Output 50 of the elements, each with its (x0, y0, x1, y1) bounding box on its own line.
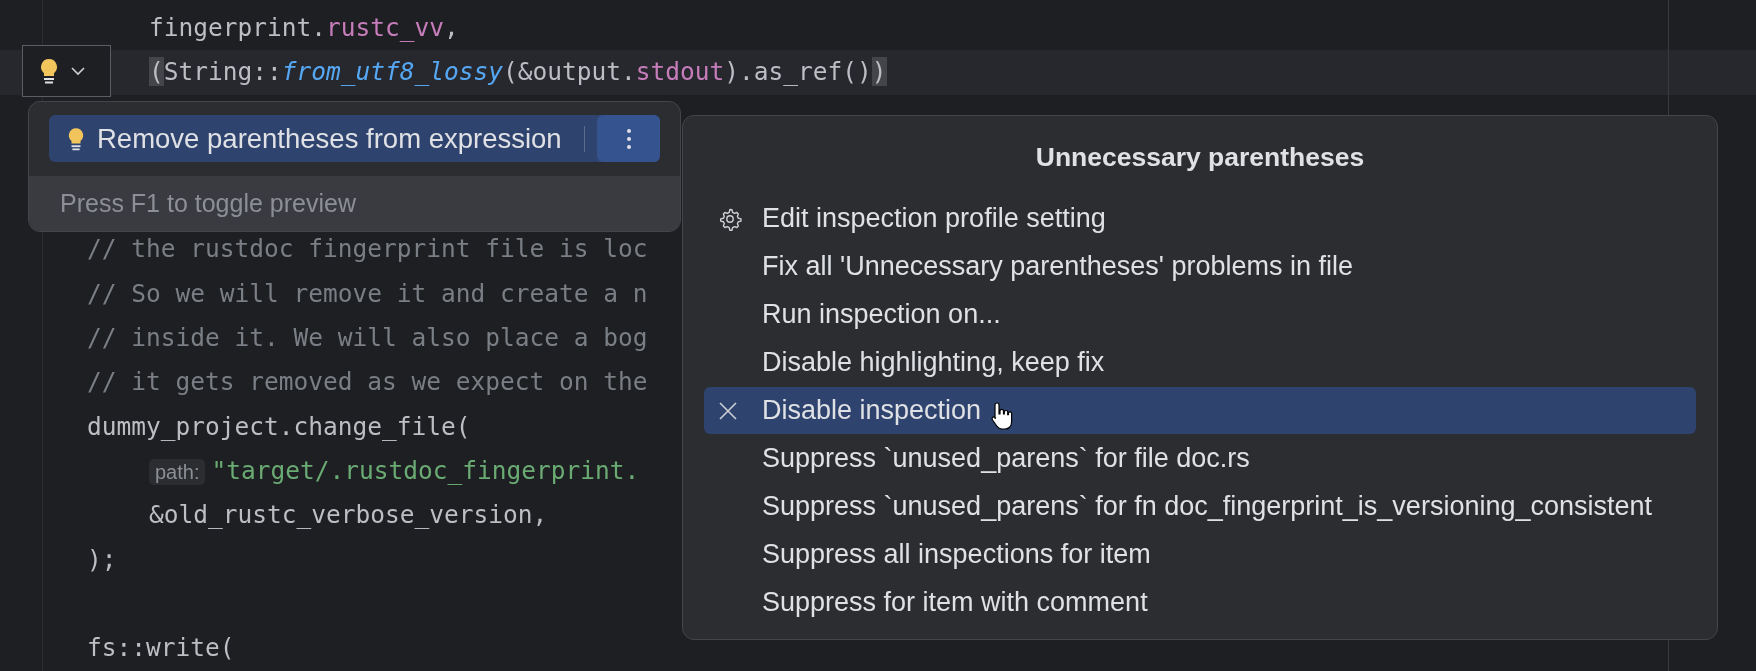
code-text: ); (87, 544, 117, 574)
menu-item[interactable]: Run inspection on... (704, 291, 1696, 338)
close-icon (718, 400, 738, 421)
code-comment: // So we will remove it and create a n (87, 278, 648, 308)
menu-item-label: Disable inspection (762, 395, 982, 426)
code-comment: // the rustdoc fingerprint file is loc (87, 234, 648, 264)
intention-action[interactable]: Remove parentheses from expression (49, 115, 660, 162)
menu-item-label: Fix all 'Unnecessary parentheses' problems in file (762, 251, 1354, 282)
menu-item[interactable]: Disable highlighting, keep fix (704, 339, 1696, 386)
menu-item[interactable]: Suppress `unused_parens` for fn doc_fingerprint_is_versioning_consistent (704, 483, 1696, 530)
menu-item[interactable]: Suppress all inspections for item (704, 531, 1696, 578)
menu-item-label: Suppress `unused_parens` for fn doc_fingerprint_is_versioning_consistent (762, 491, 1653, 522)
menu-item[interactable]: Suppress `unused_parens` for file doc.rs (704, 435, 1696, 482)
chevron-down-icon (71, 66, 85, 76)
brace-highlight: ) (871, 57, 887, 87)
code-text: ).as_ref() (724, 57, 872, 87)
code-comment: // it gets removed as we expect on the (87, 367, 648, 397)
hint-text: Press F1 to toggle preview (60, 189, 356, 218)
code-text: dummy_project.change_file( (87, 411, 471, 441)
menu-item-label: Run inspection on... (762, 299, 1001, 330)
menu-item-label: Edit inspection profile setting (762, 203, 1106, 234)
code-text: rustc_vv (326, 13, 445, 42)
settings-icon (718, 206, 742, 231)
menu-item[interactable]: Suppress for item with comment (704, 579, 1696, 626)
code-text: String:: (163, 57, 282, 87)
code-comment: // inside it. We will also place a bog (87, 323, 648, 353)
action-label: Remove parentheses from expression (97, 122, 562, 155)
intention-button[interactable] (22, 45, 111, 97)
more-icon (626, 128, 631, 149)
code-text: (&output. (503, 57, 636, 87)
menu-item-label: Suppress all inspections for item (762, 539, 1151, 570)
menu-item[interactable]: Disable inspection (704, 387, 1696, 434)
lightbulb-icon (67, 126, 85, 151)
menu-item-label: Suppress for item with comment (762, 587, 1148, 618)
hand-cursor-icon (990, 401, 1014, 431)
code-text: stdout (635, 57, 725, 87)
menu-item-label: Disable highlighting, keep fix (762, 347, 1105, 378)
brace-highlight: ( (149, 57, 164, 87)
lightbulb-icon (39, 58, 59, 84)
code-text: from_utf8_lossy (281, 57, 504, 87)
menu-item[interactable]: Fix all 'Unnecessary parentheses' problems in file (704, 243, 1696, 290)
code-text: fs::write( (87, 633, 235, 663)
inlay-hint: path: (149, 458, 206, 485)
code-text: , (444, 13, 459, 42)
menu-item[interactable]: Edit inspection profile setting (704, 195, 1696, 242)
menu-item-label: Suppress `unused_parens` for file doc.rs (762, 443, 1250, 474)
code-text: &old_rustc_verbose_version, (149, 500, 548, 530)
code-text: fingerprint. (149, 13, 326, 42)
code-string: "target/.rustdoc_fingerprint. (211, 455, 640, 485)
popup-title: Unnecessary parentheses (1034, 141, 1366, 174)
